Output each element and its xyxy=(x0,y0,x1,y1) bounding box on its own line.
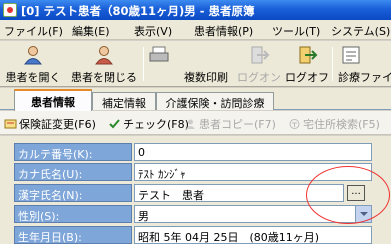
copy-patient-button[interactable]: 患者コピー(F7) xyxy=(184,116,276,132)
batch-print-label: 複数印刷 xyxy=(184,71,228,84)
menu-bar: ファイル(F) 編集(E) 表示(V) 患者情報(P) ツール(T) システム(… xyxy=(0,20,391,40)
address-search-icon xyxy=(289,119,300,129)
copy-patient-label: 患者コピー(F7) xyxy=(199,118,276,131)
check-button[interactable]: チェック(F8) xyxy=(108,116,189,132)
close-patient-label: 患者を閉じる xyxy=(71,71,137,84)
kanji-name-label: 漢字氏名(N): xyxy=(14,184,132,202)
logon-label: ログオン xyxy=(237,71,281,84)
insurance-card-icon xyxy=(4,119,17,129)
window-title-bar[interactable]: [0] テスト患者（80歳11ヶ月)男 - 患者原簿 xyxy=(0,0,391,20)
medical-file-button[interactable]: 診療ファイル xyxy=(336,43,391,85)
open-patient-icon xyxy=(24,46,42,65)
main-toolbar: 患者を開く 患者を閉じる 複数印刷 ログオン ログオフ 診療ファイ xyxy=(0,41,391,87)
menu-system[interactable]: システム(S) xyxy=(331,23,390,39)
insurance-change-label: 保険証変更(F6) xyxy=(19,118,96,131)
menu-view[interactable]: 表示(V) xyxy=(134,23,172,39)
menu-edit[interactable]: 編集(E) xyxy=(72,23,110,39)
batch-print-button[interactable]: 複数印刷 xyxy=(149,43,234,85)
open-patient-button[interactable]: 患者を開く xyxy=(2,43,64,85)
check-label: チェック(F8) xyxy=(123,118,189,131)
tab-patient-info[interactable]: 患者情報 xyxy=(14,89,92,111)
chart-number-field[interactable]: 0 xyxy=(134,143,372,161)
birthdate-row: 生年月日(B): 昭和 5年 04月 25日 (80歳11ヶ月) xyxy=(14,226,391,244)
tab-supplement-info[interactable]: 補定情報 xyxy=(92,92,156,110)
close-patient-icon xyxy=(95,46,113,65)
medical-file-icon xyxy=(342,46,360,64)
logoff-icon xyxy=(299,46,318,64)
logon-icon xyxy=(251,46,270,64)
medical-file-label: 診療ファイル xyxy=(338,71,391,84)
window-title: [0] テスト患者（80歳11ヶ月)男 - 患者原簿 xyxy=(21,4,255,18)
toolbar-separator xyxy=(143,47,144,81)
toolbar-separator xyxy=(332,47,333,81)
copy-patient-icon xyxy=(186,119,195,129)
address-search-button[interactable]: 宅住所検索(F5) xyxy=(288,116,380,132)
address-search-label: 宅住所検索(F5) xyxy=(303,118,380,131)
insurance-change-button[interactable]: 保険証変更(F6) xyxy=(4,116,96,132)
logoff-button[interactable]: ログオフ xyxy=(284,43,330,85)
app-icon xyxy=(3,3,17,17)
highlight-annotation xyxy=(306,166,390,224)
menu-tools[interactable]: ツール(T) xyxy=(272,23,320,39)
sex-value: 男 xyxy=(138,210,149,223)
tab-care-insurance[interactable]: 介護保険・訪問診療 xyxy=(156,92,274,110)
birthdate-field[interactable]: 昭和 5年 04月 25日 (80歳11ヶ月) xyxy=(134,226,372,244)
sub-toolbar: 保険証変更(F6) チェック(F8) 患者コピー(F7) 宅住所検索(F5) xyxy=(0,111,391,135)
birthdate-label: 生年月日(B): xyxy=(14,226,132,244)
logoff-label: ログオフ xyxy=(285,71,329,84)
check-icon xyxy=(109,119,120,129)
menu-patient-info[interactable]: 患者情報(P) xyxy=(194,23,253,39)
kana-name-label: カナ氏名(U): xyxy=(14,163,132,181)
print-icon xyxy=(149,46,169,62)
chart-number-label: カルテ番号(K): xyxy=(14,143,132,161)
close-patient-button[interactable]: 患者を閉じる xyxy=(66,43,142,85)
menu-file[interactable]: ファイル(F) xyxy=(4,23,63,39)
chart-number-row: カルテ番号(K): 0 xyxy=(14,143,391,161)
tab-strip: 患者情報 補定情報 介護保険・訪問診療 xyxy=(0,88,391,111)
logon-button[interactable]: ログオン xyxy=(236,43,282,85)
open-patient-label: 患者を開く xyxy=(5,71,61,84)
sex-label: 性別(S): xyxy=(14,205,132,223)
